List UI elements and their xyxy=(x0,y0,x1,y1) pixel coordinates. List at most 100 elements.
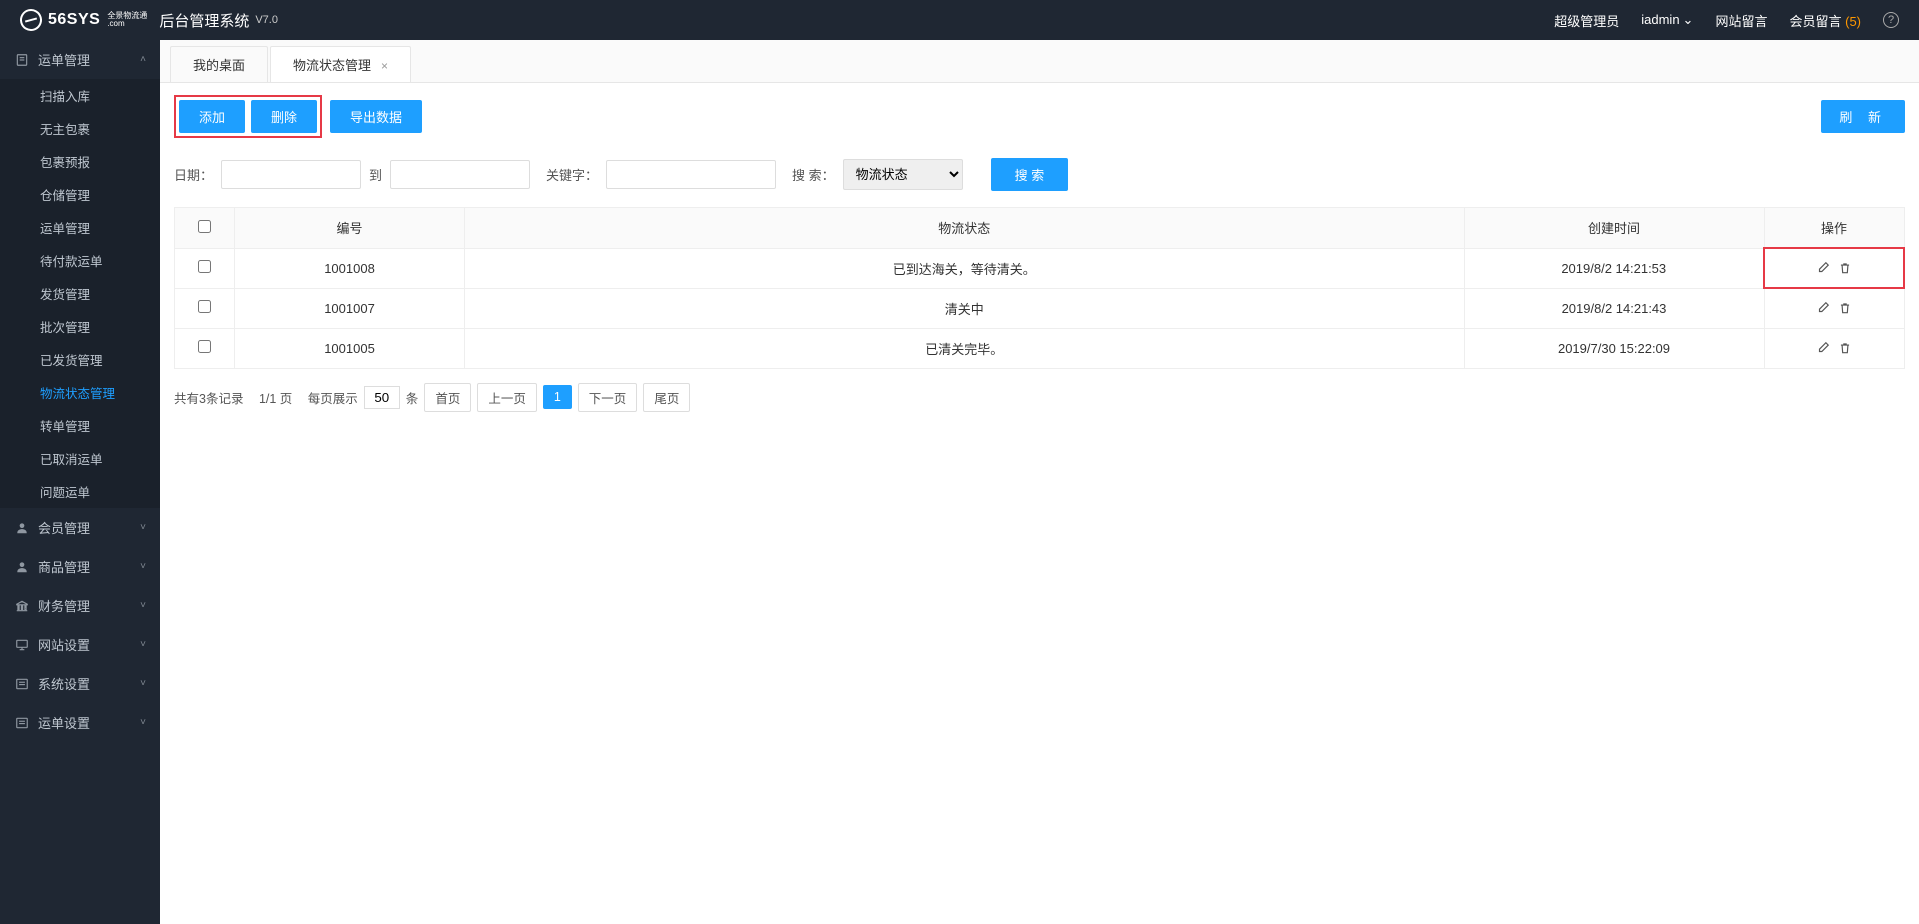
last-page-button[interactable]: 尾页 xyxy=(643,383,690,412)
sidebar-group-1[interactable]: 会员管理˅ xyxy=(0,508,160,547)
row-check-cell xyxy=(175,288,235,328)
add-button[interactable]: 添加 xyxy=(179,100,245,133)
row-op-cell xyxy=(1764,288,1904,328)
sidebar-item-0[interactable]: 扫描入库 xyxy=(0,79,160,112)
close-icon[interactable]: × xyxy=(381,59,388,73)
delete-icon[interactable] xyxy=(1838,301,1852,315)
chevron-down-icon: ˅ xyxy=(140,600,146,611)
row-status-cell: 已到达海关，等待清关。 xyxy=(465,248,1465,288)
search-label: 搜 索： xyxy=(792,165,835,184)
chevron-down-icon: ˅ xyxy=(140,639,146,650)
next-page-button[interactable]: 下一页 xyxy=(578,383,638,412)
col-check-header xyxy=(175,208,235,249)
sidebar-item-9[interactable]: 物流状态管理 xyxy=(0,376,160,409)
edit-icon[interactable] xyxy=(1816,301,1830,315)
row-time-cell: 2019/8/2 14:21:53 xyxy=(1464,248,1764,288)
sidebar-group-4[interactable]: 网站设置˅ xyxy=(0,625,160,664)
logo-domain: .com xyxy=(107,20,147,28)
prev-page-button[interactable]: 上一页 xyxy=(477,383,537,412)
row-op-cell xyxy=(1764,248,1904,288)
sidebar-group-0[interactable]: 运单管理 ˄ xyxy=(0,40,160,79)
logo-text: 56SYS xyxy=(48,11,100,29)
sidebar-item-12[interactable]: 问题运单 xyxy=(0,475,160,508)
delete-icon[interactable] xyxy=(1838,341,1852,355)
edit-icon[interactable] xyxy=(1816,261,1830,275)
sidebar-item-11[interactable]: 已取消运单 xyxy=(0,442,160,475)
sidebar-group-label: 运单管理 xyxy=(38,50,90,69)
tab-1[interactable]: 物流状态管理 × xyxy=(270,46,411,82)
sidebar-item-8[interactable]: 已发货管理 xyxy=(0,343,160,376)
refresh-button[interactable]: 刷 新 xyxy=(1821,100,1905,133)
table-row: 1001005已清关完毕。2019/7/30 15:22:09 xyxy=(175,328,1905,368)
monitor-icon xyxy=(14,638,30,652)
row-checkbox[interactable] xyxy=(198,260,211,273)
app-title: 后台管理系统 xyxy=(159,10,249,31)
sidebar-group-label: 商品管理 xyxy=(38,557,90,576)
row-status-cell: 已清关完毕。 xyxy=(465,328,1465,368)
row-op-cell xyxy=(1764,328,1904,368)
col-op-header: 操作 xyxy=(1764,208,1904,249)
page-indicator: 1/1 页 xyxy=(259,388,292,407)
chevron-down-icon: ˅ xyxy=(140,678,146,689)
search-type-select[interactable]: 物流状态 xyxy=(843,159,963,190)
sidebar-item-3[interactable]: 仓储管理 xyxy=(0,178,160,211)
filter-bar: 日期： 到 关键字： 搜 索： 物流状态 搜 索 xyxy=(160,150,1919,207)
chevron-up-icon: ˄ xyxy=(140,54,146,65)
help-icon[interactable]: ? xyxy=(1883,12,1899,28)
col-status-header: 物流状态 xyxy=(465,208,1465,249)
sidebar-item-2[interactable]: 包裹预报 xyxy=(0,145,160,178)
row-time-cell: 2019/8/2 14:21:43 xyxy=(1464,288,1764,328)
sidebar-item-1[interactable]: 无主包裹 xyxy=(0,112,160,145)
search-button[interactable]: 搜 索 xyxy=(991,158,1069,191)
chevron-down-icon: ˅ xyxy=(140,717,146,728)
chevron-down-icon xyxy=(1680,12,1694,27)
row-checkbox[interactable] xyxy=(198,340,211,353)
sidebar-group-2[interactable]: 商品管理 ˅ xyxy=(0,547,160,586)
export-button[interactable]: 导出数据 xyxy=(330,100,422,133)
highlighted-button-group: 添加 删除 xyxy=(174,95,322,138)
sidebar-group-5[interactable]: 系统设置 ˅ xyxy=(0,664,160,703)
member-msg-link[interactable]: 会员留言 (5) xyxy=(1789,11,1861,30)
row-id-cell: 1001008 xyxy=(235,248,465,288)
date-label: 日期： xyxy=(174,165,213,184)
sidebar-group-3[interactable]: 财务管理˅ xyxy=(0,586,160,625)
header-right: 超级管理员 iadmin 网站留言 会员留言 (5) ? xyxy=(1554,11,1899,30)
sidebar-item-6[interactable]: 发货管理 xyxy=(0,277,160,310)
first-page-button[interactable]: 首页 xyxy=(424,383,471,412)
bank-icon xyxy=(14,599,30,613)
tab-0[interactable]: 我的桌面 xyxy=(170,46,268,82)
sidebar-group-label: 系统设置 xyxy=(38,674,90,693)
user-menu[interactable]: iadmin xyxy=(1641,12,1693,28)
user-icon xyxy=(14,521,30,535)
pagination: 共有3条记录 1/1 页 每页展示 条 首页 上一页 1 下一页 尾页 xyxy=(160,369,1919,426)
sidebar: 运单管理˄扫描入库无主包裹包裹预报仓储管理运单管理待付款运单发货管理批次管理已发… xyxy=(0,40,160,924)
sidebar-item-4[interactable]: 运单管理 xyxy=(0,211,160,244)
user-icon xyxy=(14,560,30,574)
top-header: 56SYS 全景物流通 .com 后台管理系统 V7.0 超级管理员 iadmi… xyxy=(0,0,1919,40)
date-to-input[interactable] xyxy=(390,160,530,189)
per-page-input[interactable] xyxy=(364,386,400,409)
logo: 56SYS 全景物流通 .com xyxy=(20,9,147,31)
delete-icon[interactable] xyxy=(1838,261,1852,275)
sidebar-item-7[interactable]: 批次管理 xyxy=(0,310,160,343)
sidebar-group-6[interactable]: 运单设置˅ xyxy=(0,703,160,742)
keyword-input[interactable] xyxy=(606,160,776,189)
delete-button[interactable]: 删除 xyxy=(251,100,317,133)
select-all-checkbox[interactable] xyxy=(198,220,211,233)
logo-icon xyxy=(18,7,45,34)
sidebar-item-5[interactable]: 待付款运单 xyxy=(0,244,160,277)
col-time-header: 创建时间 xyxy=(1464,208,1764,249)
chevron-down-icon: ˅ xyxy=(140,561,146,572)
current-page-button[interactable]: 1 xyxy=(543,385,572,409)
per-page-unit: 条 xyxy=(406,388,419,407)
edit-icon[interactable] xyxy=(1816,341,1830,355)
row-check-cell xyxy=(175,248,235,288)
date-from-input[interactable] xyxy=(221,160,361,189)
row-status-cell: 清关中 xyxy=(465,288,1465,328)
row-checkbox[interactable] xyxy=(198,300,211,313)
sidebar-item-10[interactable]: 转单管理 xyxy=(0,409,160,442)
col-id-header: 编号 xyxy=(235,208,465,249)
site-msg-link[interactable]: 网站留言 xyxy=(1715,11,1767,30)
keyword-label: 关键字： xyxy=(546,165,598,184)
tab-label: 物流状态管理 xyxy=(293,58,371,73)
